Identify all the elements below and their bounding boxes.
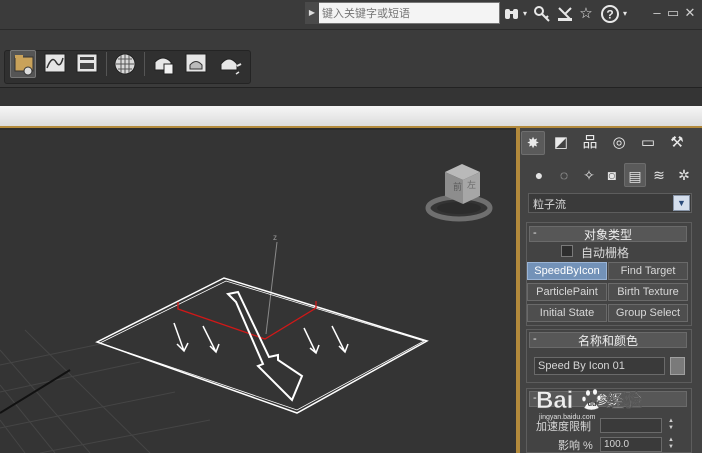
toolbar-separator [106,52,107,76]
ribbon-strip [0,87,702,106]
geometry-category-icon[interactable]: ● [528,163,550,187]
hierarchy-tab-icon[interactable]: 品 [578,131,602,155]
close-icon[interactable]: ✕ [683,5,697,21]
influence-spinner-icon[interactable]: ▲ ▼ [666,437,676,452]
influence-field[interactable] [600,437,662,452]
render-icon[interactable] [216,50,242,78]
category-dropdown-value: 粒子流 [533,199,566,211]
modify-tab-icon[interactable]: ◩ [549,131,573,155]
restore-icon[interactable]: ▭ [666,5,680,21]
particlepaint-button[interactable]: ParticlePaint [527,283,607,301]
gizmo-z-axis [265,241,278,335]
lights-category-icon[interactable]: ✧ [578,163,600,187]
initial-state-button[interactable]: Initial State [527,304,607,322]
svg-text:经验: 经验 [606,390,643,412]
object-name-field[interactable] [534,357,665,375]
help-icon[interactable]: ? [600,4,620,24]
utilities-tab-icon[interactable]: ⚒ [665,131,689,155]
home-grid [0,329,211,453]
cameras-category-icon[interactable]: ◙ [601,163,623,187]
baidu-watermark-logo: Bai du 经验 jingyan.baidu.com [536,385,676,421]
search-expand-arrow-icon[interactable]: ▶ [305,2,319,24]
ribbon-panel [0,106,702,128]
systems-category-icon[interactable]: ✲ [673,163,695,187]
find-target-button[interactable]: Find Target [608,262,688,280]
star-icon[interactable]: ☆ [576,4,596,24]
chevron-down-icon[interactable]: ▼ [673,195,690,211]
schematic-view-icon[interactable] [74,50,100,78]
binoculars-dropdown-icon[interactable]: ▾ [520,4,530,24]
svg-text:du: du [588,401,597,408]
render-setup-icon[interactable] [150,50,176,78]
binoculars-icon[interactable] [502,4,522,24]
motion-tab-icon[interactable]: ◎ [607,131,631,155]
name-color-title: 名称和颜色 [577,334,638,348]
helpers-category-icon[interactable]: ▤ [624,163,646,187]
space-warps-category-icon[interactable]: ≋ [648,163,670,187]
svg-text:Bai: Bai [536,387,573,414]
autogrid-checkbox[interactable] [561,245,573,257]
perspective-viewport[interactable]: 前 左 z [0,130,516,453]
svg-text:?: ? [606,8,613,22]
group-select-button[interactable]: Group Select [608,304,688,322]
grid-axis-line [0,369,71,414]
svg-text:jingyan.baidu.com: jingyan.baidu.com [538,414,596,421]
autogrid-label: 自动栅格 [581,246,630,260]
rendered-frame-icon[interactable] [183,50,209,78]
object-color-swatch[interactable] [670,357,685,375]
scene-explorer-icon[interactable] [10,50,36,78]
key-icon[interactable] [532,4,552,24]
curve-editor-icon[interactable] [42,50,68,78]
shapes-category-icon[interactable]: ◌ [553,163,575,187]
svg-text:左: 左 [467,179,476,190]
speedbyicon-button[interactable]: SpeedByIcon [527,262,607,280]
create-tab-icon[interactable]: ✸ [521,131,545,155]
speed-by-icon-gizmo[interactable] [95,277,429,414]
gizmo-axis-label: z [273,233,277,242]
toolbar-separator [144,52,145,76]
minimize-icon[interactable]: – [650,5,664,21]
display-tab-icon[interactable]: ▭ [636,131,660,155]
material-editor-icon[interactable] [112,50,138,78]
search-input[interactable] [320,2,496,24]
influence-label: 影响 % [558,440,593,452]
birth-texture-button[interactable]: Birth Texture [608,283,688,301]
help-dropdown-icon[interactable]: ▾ [620,4,630,24]
viewcube[interactable]: 前 左 [425,164,493,222]
communication-icon[interactable] [555,4,575,24]
svg-text:前: 前 [453,181,462,192]
object-type-title: 对象类型 [583,228,632,242]
